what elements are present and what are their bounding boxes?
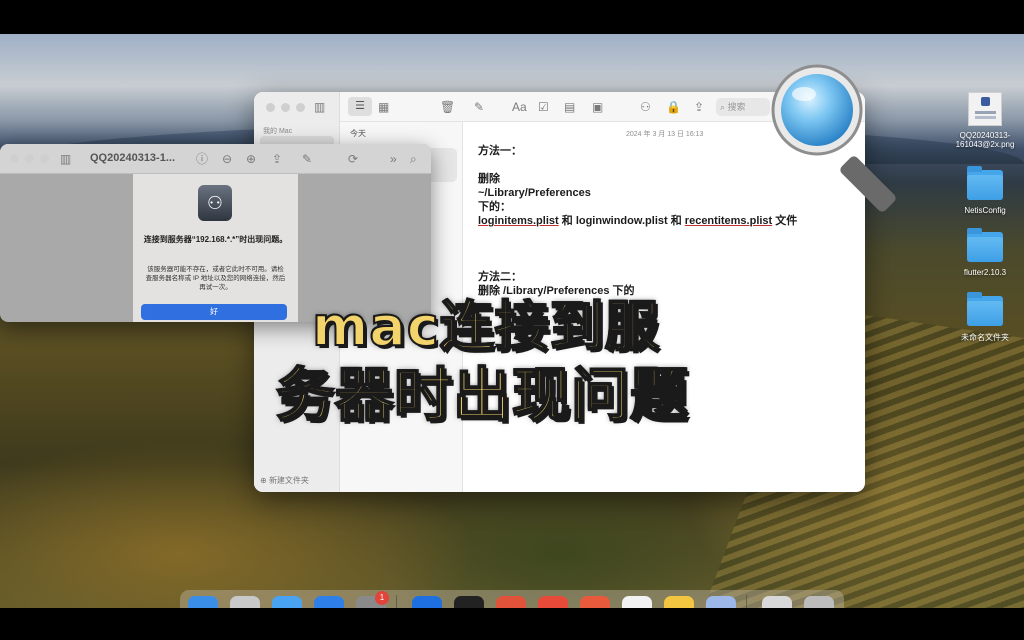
window-title: QQ20240313-1... (90, 152, 176, 164)
close-button[interactable] (10, 154, 19, 163)
dialog-title: 连接到服务器“192.168.*.*”时出现问题。 (143, 235, 288, 244)
new-folder-label: 新建文件夹 (268, 476, 309, 485)
table-icon[interactable]: ▤ (564, 99, 575, 115)
zoom-button[interactable] (296, 103, 305, 112)
note-blank (478, 158, 797, 172)
trash-icon[interactable]: 🗑 (440, 99, 455, 115)
note-line: 方法二： (478, 271, 522, 283)
git-icon[interactable] (496, 596, 526, 608)
search-placeholder: 搜索 (727, 102, 746, 112)
note-line: 删除 (478, 173, 500, 185)
desktop-folder-untitled[interactable]: 未命名文件夹 (940, 292, 1024, 343)
toolbox-icon[interactable] (538, 596, 568, 608)
format-icon[interactable]: Aa (512, 99, 527, 115)
minimize-button[interactable] (281, 103, 290, 112)
note-line: 下的： (478, 201, 511, 213)
caption-line-2: 务器时出现问题 (275, 361, 690, 429)
note-blank (478, 242, 797, 256)
server-icon: ⚇ (198, 185, 232, 221)
note-line: ~/Library/Preferences (478, 187, 591, 199)
dialog-message: 该服务器可能不存在，或者它此时不可用。请检查服务器名称或 IP 地址以及您的网络… (145, 266, 286, 291)
safari-icon[interactable] (272, 596, 302, 608)
checklist-icon[interactable]: ☑ (538, 99, 549, 115)
compose-icon[interactable]: ✎ (474, 99, 484, 115)
finder-icon[interactable] (188, 596, 218, 608)
chrome-icon[interactable] (580, 596, 610, 608)
image-file-icon (968, 92, 1002, 126)
file-label: QQ20240313-161043@2x.png (955, 131, 1015, 149)
notion-icon[interactable] (622, 596, 652, 608)
sidebar-section-label: 我的 Mac (263, 128, 293, 135)
caption-line-1: mac连接到服 (311, 295, 660, 358)
folder-icon (967, 166, 1003, 200)
magnifier-icon (771, 64, 896, 212)
trash-icon[interactable] (804, 596, 834, 608)
notes-icon[interactable] (664, 596, 694, 608)
folder-icon (967, 228, 1003, 262)
new-folder-button[interactable]: ⊕ 新建文件夹 (260, 475, 309, 486)
more-icon[interactable]: » (390, 151, 397, 167)
note-date: 2024 年 3 月 13 日 16:13 (626, 131, 704, 138)
info-icon[interactable]: ⓘ (196, 151, 208, 167)
dock-separator (746, 595, 747, 608)
list-view-icon[interactable]: ☰ (348, 97, 372, 116)
window-titlebar: ▥ QQ20240313-1... ⓘ ⊖ ⊕ ⇪ ✎ ⟳ » ⌕ (0, 144, 431, 174)
app-store-icon[interactable] (314, 596, 344, 608)
launchpad-icon[interactable] (230, 596, 260, 608)
file-name: loginwindow.plist (575, 215, 668, 227)
gallery-view-icon[interactable]: ▦ (378, 99, 389, 115)
connector: 和 (667, 215, 685, 227)
note-content[interactable]: 方法一： 删除 ~/Library/Preferences 下的： logini… (478, 144, 797, 298)
zoom-button[interactable] (40, 154, 49, 163)
close-button[interactable] (266, 103, 275, 112)
connector: 和 (558, 215, 576, 227)
list-section-today: 今天 (350, 129, 366, 138)
folder-icon (967, 292, 1003, 326)
minimize-button[interactable] (25, 154, 34, 163)
notification-badge: 1 (375, 591, 389, 605)
collaborate-icon[interactable]: ⚇ (640, 99, 651, 115)
sidebar-toggle-icon[interactable]: ▥ (314, 99, 325, 115)
note-blank (478, 228, 797, 242)
dock-separator (396, 595, 397, 608)
folder-label: 未命名文件夹 (961, 333, 1009, 342)
xcode-icon[interactable] (412, 596, 442, 608)
media-icon[interactable]: ▣ (592, 99, 603, 115)
desktop-folder-netisconfig[interactable]: NetisConfig (940, 166, 1024, 215)
folder-label: NetisConfig (964, 206, 1006, 215)
note-blank (478, 256, 797, 270)
rotate-icon[interactable]: ⟳ (348, 151, 358, 167)
dock (180, 590, 844, 608)
search-icon[interactable]: ⌕ (410, 151, 417, 167)
error-dialog: ⚇ 连接到服务器“192.168.*.*”时出现问题。 该服务器可能不存在，或者… (133, 174, 298, 322)
zoom-out-icon[interactable]: ⊖ (222, 151, 232, 167)
preview-icon[interactable] (706, 596, 736, 608)
desktop-file-png[interactable]: QQ20240313-161043@2x.png (940, 92, 1024, 149)
window-controls (10, 154, 49, 163)
ok-button[interactable]: 好 (141, 304, 287, 320)
folder-label: flutter2.10.3 (963, 268, 1007, 277)
share-icon[interactable]: ⇪ (694, 99, 704, 115)
note-line: 方法一： (478, 145, 522, 157)
markup-icon[interactable]: ✎ (302, 151, 312, 167)
zoom-in-icon[interactable]: ⊕ (246, 151, 256, 167)
lock-icon[interactable]: 🔒 (666, 99, 681, 115)
note-line-files: loginitems.plist 和 loginwindow.plist 和 r… (478, 214, 797, 228)
file-name: loginitems.plist (478, 215, 559, 227)
file-name: recentitems.plist (684, 215, 773, 227)
desktop-folder-flutter[interactable]: flutter2.10.3 (940, 228, 1024, 277)
downloads-icon[interactable] (762, 596, 792, 608)
share-icon[interactable]: ⇪ (272, 151, 282, 167)
window-controls (266, 103, 305, 112)
sidebar-toggle-icon[interactable]: ▥ (60, 151, 71, 167)
terminal-icon[interactable] (454, 596, 484, 608)
